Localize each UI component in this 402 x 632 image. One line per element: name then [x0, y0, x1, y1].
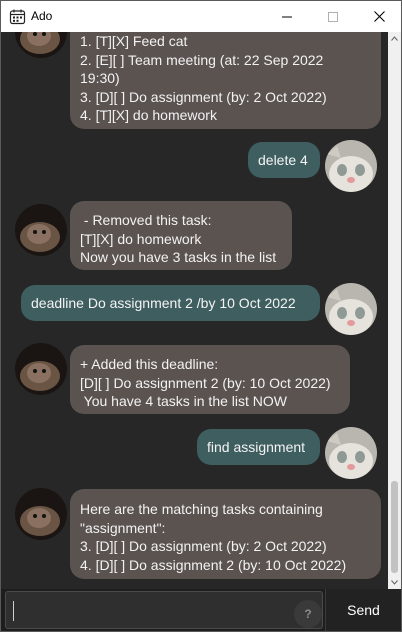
- bot-avatar: [15, 204, 67, 256]
- help-button[interactable]: ?: [294, 600, 322, 628]
- input-bar: ? Send: [1, 589, 401, 631]
- minimize-icon: [282, 16, 292, 17]
- message-line: 4. [T][X] do homework: [80, 107, 217, 123]
- message-line: 4. [D][ ] Do assignment 2 (by: 10 Oct 20…: [80, 556, 347, 573]
- user-message: delete 4: [248, 142, 320, 178]
- chat-scrollbar[interactable]: [388, 32, 401, 589]
- calendar-icon: [9, 8, 26, 25]
- send-button[interactable]: Send: [325, 589, 401, 631]
- message-line: 2. [E][ ] Team meeting (at: 22 Sep 2022: [80, 51, 324, 68]
- message-line: + Added this deadline:: [80, 356, 219, 372]
- message-line: deadline Do assignment 2 /by 10 Oct 2022: [31, 295, 296, 311]
- message-line: [D][ ] Do assignment 2 (by: 10 Oct 2022): [80, 374, 331, 391]
- message-line: 19:30): [80, 70, 120, 86]
- maximize-icon: [328, 11, 338, 22]
- close-button[interactable]: [356, 1, 401, 32]
- send-label: Send: [347, 602, 380, 618]
- user-message: deadline Do assignment 2 /by 10 Oct 2022: [21, 285, 320, 321]
- bot-message: Here are the matching tasks containing "…: [70, 489, 381, 579]
- scroll-down-icon[interactable]: [388, 576, 401, 589]
- user-avatar: [325, 283, 377, 335]
- bot-avatar: [15, 488, 67, 540]
- message-line: delete 4: [258, 152, 308, 168]
- message-line: Now you have 3 tasks in the list: [80, 249, 277, 265]
- user-avatar: [325, 427, 377, 479]
- message-line: 1. [T][X] Feed cat: [80, 33, 188, 49]
- bot-message: 1. [T][X] Feed cat 2. [E][ ] Team meetin…: [70, 32, 381, 129]
- message-line: - Removed this task:: [80, 212, 212, 228]
- message-line: find assignment: [207, 439, 306, 455]
- app-window: Ado 1. [T][X] Feed cat 2. [E][] Team me…: [0, 0, 402, 632]
- bot-message: + Added this deadline: [D][ ] Do assignm…: [70, 345, 350, 414]
- close-icon: [373, 11, 385, 22]
- help-label: ?: [304, 607, 312, 621]
- window-title: Ado: [31, 9, 53, 23]
- message-line: [T][X] do homework: [80, 230, 202, 247]
- title-bar[interactable]: Ado: [1, 1, 401, 32]
- bot-avatar: [15, 343, 67, 395]
- chat-history[interactable]: 1. [T][X] Feed cat 2. [E][ ] Team meetin…: [1, 32, 401, 589]
- bot-avatar: [15, 32, 67, 58]
- message-line: Here are the matching tasks containing: [80, 501, 323, 517]
- user-message: find assignment: [197, 429, 320, 465]
- scroll-thumb[interactable]: [391, 481, 398, 573]
- message-line: "assignment":: [80, 519, 166, 536]
- text-caret: [13, 601, 14, 621]
- bot-message: - Removed this task: [T][X] do homework …: [70, 201, 292, 270]
- message-line: 3. [D][ ] Do assignment (by: 2 Oct 2022): [80, 88, 327, 105]
- maximize-button[interactable]: [310, 1, 356, 32]
- scroll-up-icon[interactable]: [388, 32, 401, 45]
- minimize-button[interactable]: [264, 1, 310, 32]
- user-avatar: [325, 140, 377, 192]
- message-input[interactable]: ?: [5, 591, 323, 629]
- message-line: 3. [D][ ] Do assignment (by: 2 Oct 2022): [80, 538, 327, 554]
- message-line: You have 4 tasks in the list NOW: [80, 393, 287, 409]
